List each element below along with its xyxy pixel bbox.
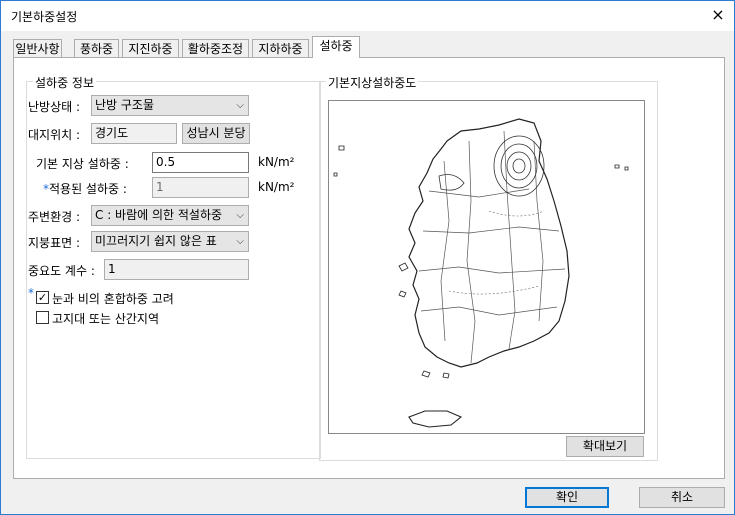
title-bar: 기본하중설정 × (1, 1, 734, 31)
cancel-button[interactable]: 취소 (639, 487, 725, 508)
site-label: 대지위치 : (28, 128, 81, 142)
snow-tab-panel: 설하중 정보 난방상태 : 난방 구조물 ⌵ 대지위치 : 경기도 성남시 분당… (13, 57, 725, 479)
snow-load-map (328, 100, 645, 434)
ok-button[interactable]: 확인 (525, 487, 609, 508)
applied-snow-label-wrap: *적용된 설하중 : (43, 180, 127, 197)
dialog-window: 기본하중설정 × 일반사항 풍하중 지진하중 활하중조정 지하하중 설하중 설하… (0, 0, 735, 515)
roof-label: 지붕표면 : (28, 236, 81, 250)
zoom-button[interactable]: 확대보기 (566, 436, 644, 457)
tab-snow[interactable]: 설하중 (312, 36, 360, 58)
chevron-down-icon: ⌵ (236, 100, 244, 111)
heating-select[interactable]: 난방 구조물 ⌵ (91, 95, 249, 116)
snow-map-legend: 기본지상설하중도 (326, 74, 419, 91)
tab-seismic[interactable]: 지진하중 (122, 39, 179, 57)
site-province-field: 경기도 (91, 123, 177, 144)
close-icon[interactable]: × (708, 5, 728, 25)
mix-rain-checkbox[interactable]: ✓ (36, 291, 49, 304)
roof-value: 미끄러지기 쉽지 않은 표 (95, 234, 217, 248)
korea-map-image (333, 118, 629, 428)
basic-snow-input[interactable]: 0.5 (152, 152, 249, 173)
importance-label: 중요도 계수 : (28, 264, 95, 278)
basic-snow-unit: kN/m² (258, 155, 295, 169)
mix-star: * (28, 286, 34, 300)
applied-snow-field: 1 (152, 177, 249, 198)
basic-snow-label: 기본 지상 설하중 : (36, 157, 129, 171)
snow-map-group: 기본지상설하중도 확대보기 (319, 74, 658, 461)
snow-info-legend: 설하중 정보 (33, 74, 97, 91)
surroundings-value: C : 바람에 의한 적설하중 (95, 208, 223, 222)
window-title: 기본하중설정 (11, 10, 78, 24)
check-icon: ✓ (37, 291, 48, 304)
applied-snow-label: 적용된 설하중 : (49, 182, 127, 196)
site-city-button[interactable]: 성남시 분당 (182, 123, 250, 144)
applied-snow-unit: kN/m² (258, 180, 295, 194)
tab-live-load[interactable]: 활하중조정 (182, 39, 249, 57)
chevron-down-icon: ⌵ (236, 236, 244, 247)
highland-checkbox[interactable] (36, 311, 49, 324)
heating-label: 난방상태 : (28, 100, 81, 114)
importance-field[interactable]: 1 (104, 259, 249, 280)
surroundings-label: 주변환경 : (28, 210, 81, 224)
tab-wind[interactable]: 풍하중 (74, 39, 119, 57)
chevron-down-icon: ⌵ (236, 210, 244, 221)
tab-general[interactable]: 일반사항 (13, 39, 62, 57)
roof-select[interactable]: 미끄러지기 쉽지 않은 표 ⌵ (91, 231, 249, 252)
tab-underground[interactable]: 지하하중 (252, 39, 309, 57)
heating-value: 난방 구조물 (95, 98, 155, 112)
mix-rain-label: 눈과 비의 혼합하중 고려 (52, 292, 174, 306)
surroundings-select[interactable]: C : 바람에 의한 적설하중 ⌵ (91, 205, 249, 226)
highland-label: 고지대 또는 산간지역 (52, 312, 159, 326)
